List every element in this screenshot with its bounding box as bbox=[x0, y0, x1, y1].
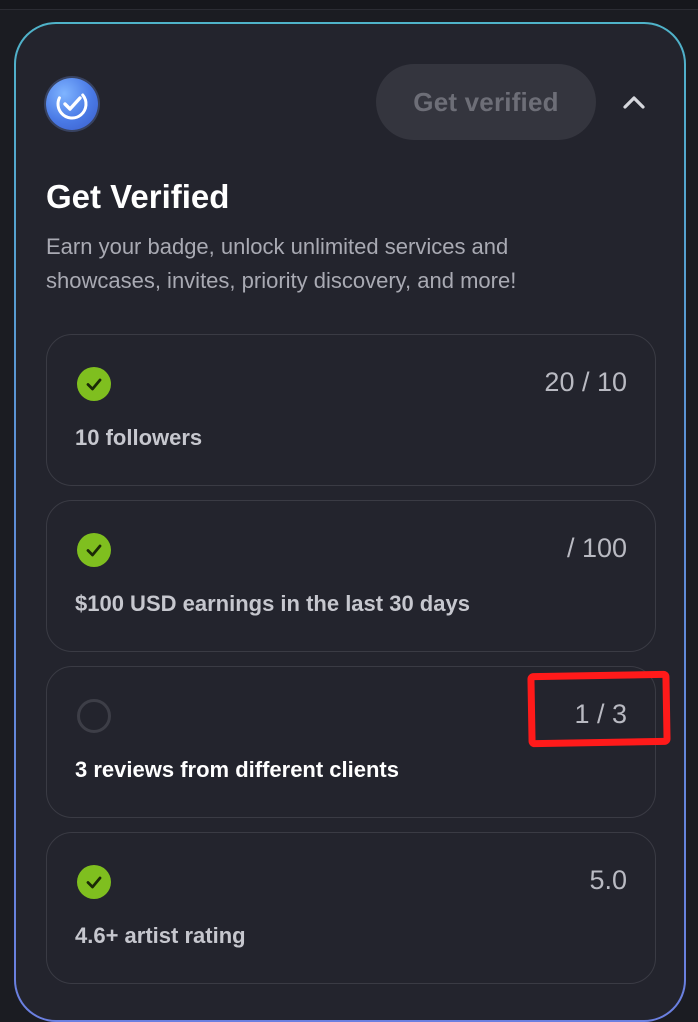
get-verified-button[interactable]: Get verified bbox=[376, 64, 596, 140]
annotation-highlight-box bbox=[527, 670, 671, 748]
get-verified-card-inner: Get verified Get Verified Earn your badg… bbox=[16, 24, 684, 1020]
requirement-label: 4.6+ artist rating bbox=[75, 923, 246, 948]
verified-badge-icon bbox=[46, 78, 98, 130]
requirement-progress: 5.0 bbox=[589, 865, 627, 895]
requirement-progress: 20 / 10 bbox=[544, 367, 627, 397]
requirement-followers: 20 / 10 10 followers bbox=[46, 334, 656, 486]
panel-title: Get Verified bbox=[46, 178, 230, 215]
chevron-up-icon[interactable] bbox=[618, 86, 650, 118]
checkmark-icon bbox=[77, 367, 111, 401]
checkmark-icon bbox=[77, 865, 111, 899]
requirement-earnings: / 100 $100 USD earnings in the last 30 d… bbox=[46, 500, 656, 652]
panel-subtitle: Earn your badge, unlock unlimited servic… bbox=[46, 234, 517, 293]
checkmark-icon bbox=[77, 533, 111, 567]
get-verified-card: Get verified Get Verified Earn your badg… bbox=[14, 22, 686, 1022]
requirement-label: 3 reviews from different clients bbox=[75, 757, 399, 782]
empty-circle-icon bbox=[77, 699, 111, 733]
requirement-rating: 5.0 4.6+ artist rating bbox=[46, 832, 656, 984]
requirement-progress: / 100 bbox=[566, 533, 627, 563]
top-strip bbox=[0, 0, 698, 10]
requirement-label: $100 USD earnings in the last 30 days bbox=[75, 591, 470, 616]
requirement-label: 10 followers bbox=[75, 425, 203, 450]
